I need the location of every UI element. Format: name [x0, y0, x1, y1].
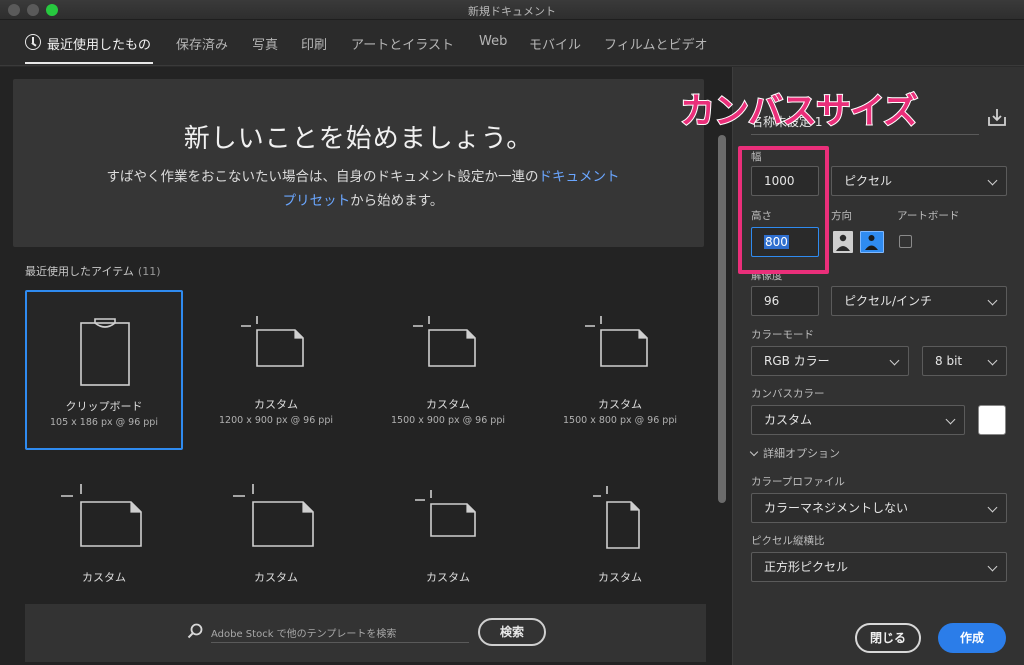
pixel-aspect-value: 正方形ピクセル [764, 560, 849, 574]
welcome-text-end: から始めます。 [350, 193, 444, 209]
color-mode-label: カラーモード [751, 329, 814, 341]
tab-web[interactable]: Web [479, 34, 507, 49]
advanced-options-toggle[interactable]: 詳細オプション [749, 445, 840, 461]
window-title: 新規ドキュメント [468, 5, 556, 18]
clock-icon [25, 34, 41, 50]
tab-film-video[interactable]: フィルムとビデオ [604, 34, 707, 53]
custom-document-icon [241, 316, 304, 367]
artboard-checkbox[interactable] [899, 235, 912, 248]
chevron-down-icon [945, 414, 956, 425]
color-profile-select[interactable]: カラーマネジメントしない [751, 493, 1007, 523]
resolution-unit-value: ピクセル/インチ [844, 294, 933, 308]
welcome-text: すばやく作業をおこないたい場合は、自身のドキュメント設定か一連の [106, 169, 539, 185]
recent-items-heading: 最近使用したアイテム (11) [25, 263, 161, 279]
custom-document-icon [413, 316, 476, 367]
item-name: カスタム [426, 571, 470, 584]
welcome-description: すばやく作業をおこないたい場合は、自身のドキュメント設定か一連のドキュメントプリ… [103, 165, 623, 213]
scrollbar[interactable] [718, 135, 726, 503]
item-size: 1200 x 900 px @ 96 ppi [219, 415, 333, 426]
category-tabs: 最近使用したもの 保存済み 写真 印刷 アートとイラスト Web モバイル フィ… [0, 20, 1024, 66]
item-name: クリップボード [65, 400, 143, 413]
recent-item[interactable]: カスタム 1500 x 900 px @ 96 ppi [369, 290, 527, 450]
color-profile-value: カラーマネジメントしない [764, 501, 909, 515]
canvas-color-value: カスタム [764, 413, 813, 427]
chevron-down-icon [987, 502, 998, 513]
close-button[interactable]: 閉じる [855, 623, 921, 653]
artboard-label: アートボード [897, 210, 960, 222]
active-tab-indicator [25, 62, 153, 64]
chevron-down-icon [987, 561, 998, 572]
pixel-aspect-label: ピクセル縦横比 [751, 535, 825, 547]
custom-document-icon [593, 486, 640, 549]
annotation-highlight-box [738, 146, 829, 274]
item-name: カスタム [82, 571, 126, 584]
new-document-dialog: 新規ドキュメント 最近使用したもの 保存済み 写真 印刷 アートとイラスト We… [0, 0, 1024, 665]
canvas-color-label: カンバスカラー [751, 388, 825, 400]
title-bar: 新規ドキュメント [0, 0, 1024, 20]
save-preset-icon[interactable] [987, 107, 1007, 127]
canvas-color-swatch[interactable] [978, 405, 1006, 435]
item-size: 1500 x 800 px @ 96 ppi [563, 415, 677, 426]
person-icon [865, 235, 878, 250]
width-unit-select[interactable]: ピクセル [831, 166, 1007, 196]
color-mode-value: RGB カラー [764, 354, 830, 368]
color-mode-select[interactable]: RGB カラー [751, 346, 909, 376]
recent-item[interactable]: カスタム 1200 x 900 px @ 96 ppi [197, 290, 355, 450]
recent-item[interactable]: クリップボード 105 x 186 px @ 96 ppi [25, 290, 183, 450]
item-name: カスタム [426, 398, 470, 411]
item-name: カスタム [598, 398, 642, 411]
tab-print[interactable]: 印刷 [301, 34, 327, 53]
annotation-label: カンバスサイズ [679, 91, 919, 133]
item-size: 105 x 186 px @ 96 ppi [50, 417, 158, 428]
bit-depth-value: 8 bit [935, 354, 963, 368]
orientation-label: 方向 [831, 210, 852, 222]
search-button[interactable]: 検索 [478, 618, 546, 646]
custom-document-icon [585, 316, 648, 367]
custom-document-icon [415, 490, 476, 537]
chevron-down-icon [749, 447, 759, 457]
left-panel: ✕ 新しいことを始めましょう。 すばやく作業をおこないたい場合は、自身のドキュメ… [0, 67, 732, 665]
portrait-orientation-button[interactable] [833, 231, 853, 253]
resolution-unit-select[interactable]: ピクセル/インチ [831, 286, 1007, 316]
person-icon [836, 234, 850, 251]
resolution-input[interactable]: 96 [751, 286, 819, 316]
advanced-options-label: 詳細オプション [763, 447, 840, 460]
item-name: カスタム [598, 571, 642, 584]
preset-name-underline [751, 134, 979, 135]
chevron-down-icon [987, 355, 998, 366]
chevron-down-icon [987, 295, 998, 306]
welcome-banner: ✕ 新しいことを始めましょう。 すばやく作業をおこないたい場合は、自身のドキュメ… [13, 79, 704, 247]
canvas-color-select[interactable]: カスタム [751, 405, 965, 435]
clipboard-icon [80, 318, 130, 386]
template-search-bar: Adobe Stock で他のテンプレートを検索 検索 [25, 604, 706, 662]
recent-item[interactable]: カスタム 1500 x 800 px @ 96 ppi [541, 290, 699, 450]
item-name: カスタム [254, 571, 298, 584]
width-unit-value: ピクセル [844, 174, 893, 188]
chevron-down-icon [889, 355, 900, 366]
custom-document-icon [61, 484, 142, 547]
tab-mobile[interactable]: モバイル [529, 34, 581, 53]
recent-items-count: (11) [137, 265, 161, 278]
search-input[interactable]: Adobe Stock で他のテンプレートを検索 [211, 625, 396, 640]
welcome-title: 新しいことを始めましょう。 [183, 124, 534, 154]
tab-recent[interactable]: 最近使用したもの [47, 34, 151, 53]
custom-document-icon [233, 484, 314, 547]
search-underline [211, 642, 469, 643]
landscape-orientation-button[interactable] [860, 231, 884, 253]
chevron-down-icon [987, 175, 998, 186]
item-size: 1500 x 900 px @ 96 ppi [391, 415, 505, 426]
recent-items-label: 最近使用したアイテム [25, 265, 134, 278]
pixel-aspect-select[interactable]: 正方形ピクセル [751, 552, 1007, 582]
create-button[interactable]: 作成 [938, 623, 1006, 653]
tab-photo[interactable]: 写真 [252, 34, 278, 53]
item-name: カスタム [254, 398, 298, 411]
tab-art-illustration[interactable]: アートとイラスト [351, 34, 454, 53]
bit-depth-select[interactable]: 8 bit [922, 346, 1007, 376]
search-icon [187, 623, 203, 639]
tab-saved[interactable]: 保存済み [176, 34, 228, 53]
color-profile-label: カラープロファイル [751, 476, 845, 488]
